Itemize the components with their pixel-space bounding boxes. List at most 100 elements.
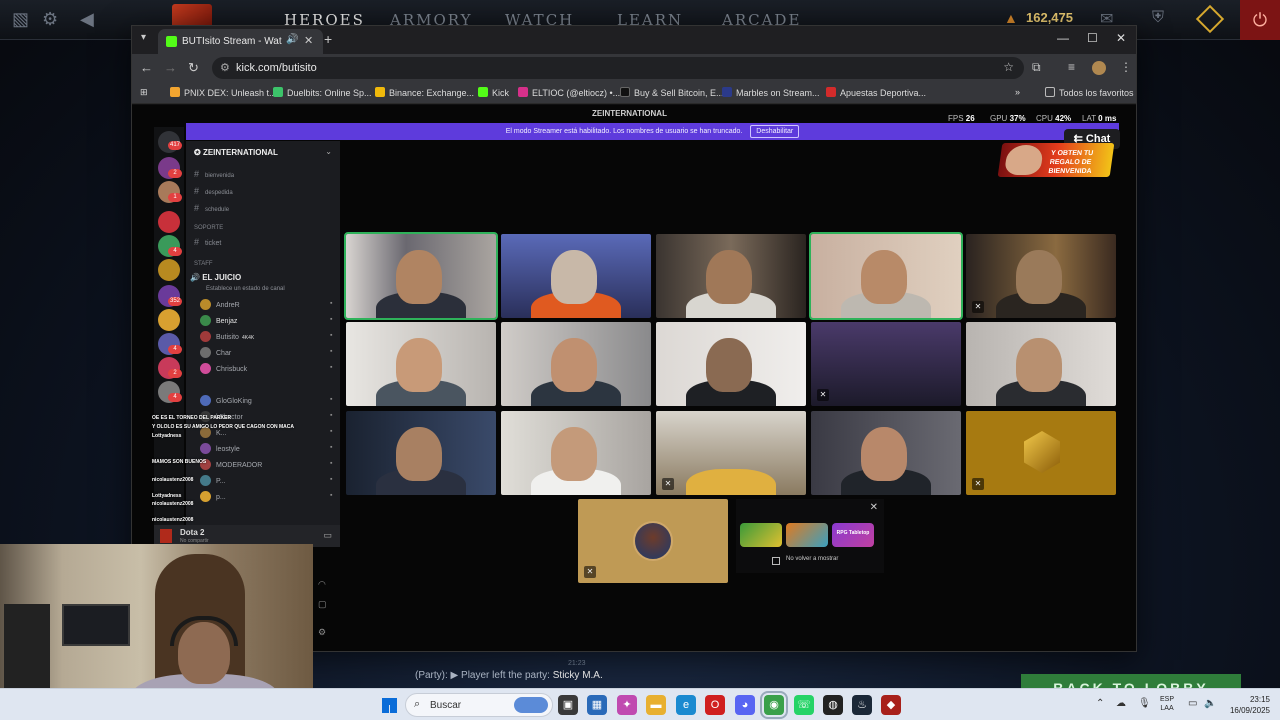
category-soporte[interactable]: SOPORTE — [194, 225, 223, 231]
video-tile[interactable]: ✕ — [656, 411, 806, 495]
cloud-icon[interactable]: ☁ — [1116, 698, 1126, 709]
bookmark-duelbits[interactable]: Duelbits: Online Sp... — [273, 87, 372, 98]
activity-card[interactable]: RPG Tabletop — [832, 523, 874, 547]
dont-show-checkbox[interactable] — [772, 557, 780, 565]
video-tile[interactable] — [501, 234, 651, 318]
speaker-icon[interactable]: 🔊 — [286, 34, 298, 45]
bookmark-star-icon[interactable]: ☆ — [1003, 60, 1014, 74]
guild-icon[interactable] — [158, 211, 180, 233]
bookmark-pnix[interactable]: PNIX DEX: Unleash t... — [170, 87, 277, 98]
channel-ticket[interactable]: # ticket — [194, 237, 221, 247]
bookmark-apuestas[interactable]: Apuestas Deportiva... — [826, 87, 926, 98]
bookmark-marbles[interactable]: Marbles on Stream... — [722, 87, 820, 98]
disable-streamer-button[interactable]: Deshabilitar — [750, 125, 800, 138]
video-tile[interactable] — [656, 234, 806, 318]
steam-icon[interactable]: ♨ — [852, 695, 872, 715]
video-tile[interactable] — [346, 411, 496, 495]
promo-banner[interactable]: Y OBTEN TU REGALO DE BIENVENIDA — [997, 143, 1115, 177]
voice-member[interactable]: Char ▪ — [200, 347, 332, 358]
voice-channel-status[interactable]: Establece un estado de canal — [206, 286, 285, 292]
close-tab-icon[interactable]: ✕ — [304, 34, 313, 47]
voice-member[interactable]: leostyle ▪ — [200, 443, 332, 454]
back-arrow-icon[interactable]: ◀ — [80, 9, 94, 30]
video-tile[interactable] — [501, 322, 651, 406]
video-tile[interactable] — [811, 411, 961, 495]
discord-icon[interactable]: ◕ — [735, 695, 755, 715]
menu-dots-icon[interactable]: ⋮ — [1120, 60, 1132, 74]
server-name[interactable]: ✪ ZEINTERNATIONAL — [194, 148, 278, 157]
channel-bienvenida[interactable]: # bienvenida — [194, 169, 234, 179]
voice-member[interactable]: Chrisbuck ▪ — [200, 363, 332, 374]
mic-icon[interactable]: 🎙 — [1138, 698, 1151, 709]
bookmark-eltioc[interactable]: ELTIOC (@eltiocz) •... — [518, 87, 620, 98]
video-tile[interactable] — [346, 322, 496, 406]
system-clock[interactable]: 23:15 16/09/2025 — [1226, 694, 1270, 716]
power-icon[interactable]: ⏻ — [1240, 0, 1280, 40]
chrome-icon[interactable]: ◉ — [760, 691, 788, 719]
headset-icon[interactable]: ◠ — [318, 579, 326, 590]
channel-despedida[interactable]: # despedida — [194, 186, 233, 196]
copilot-icon[interactable]: ✦ — [617, 695, 637, 715]
monitor-icon[interactable]: ▭ — [323, 530, 332, 541]
bookmarks-overflow[interactable]: » — [1015, 87, 1020, 97]
voice-member[interactable]: GloGloKing ▪ — [200, 395, 332, 406]
bookmark-kick[interactable]: Kick — [478, 87, 509, 98]
forward-icon[interactable]: → — [164, 60, 177, 75]
profile-avatar[interactable] — [1092, 61, 1106, 75]
dota-taskbar-icon[interactable]: ◆ — [881, 695, 901, 715]
armory-icon[interactable]: ⛨ — [1152, 9, 1164, 27]
bookmark-buysell[interactable]: Buy & Sell Bitcoin, E... — [620, 87, 724, 98]
minimize-icon[interactable]: — — [1057, 31, 1069, 45]
video-tile[interactable]: ✕ — [966, 234, 1116, 318]
taskbar-search[interactable]: ⌕ Buscar — [405, 693, 553, 717]
video-tile[interactable] — [501, 411, 651, 495]
video-tile[interactable] — [656, 322, 806, 406]
voice-member[interactable]: Butisito 4K4K ▪ — [200, 331, 332, 342]
obs-icon[interactable]: ◍ — [823, 695, 843, 715]
guild-icon[interactable] — [158, 309, 180, 331]
maximize-icon[interactable]: ☐ — [1087, 31, 1098, 45]
all-bookmarks[interactable]: Todos los favoritos — [1045, 87, 1134, 98]
voice-member[interactable]: AndreR ▪ — [200, 299, 332, 310]
gear-icon[interactable]: ⚙ — [318, 627, 326, 638]
address-bar[interactable]: ⚙ kick.com/butisito ☆ — [212, 57, 1024, 79]
video-tile[interactable]: ✕ — [811, 322, 961, 406]
edge-icon[interactable]: e — [676, 695, 696, 715]
close-window-icon[interactable]: ✕ — [1116, 31, 1126, 45]
video-tile[interactable] — [966, 322, 1116, 406]
chevron-down-icon[interactable]: ⌄ — [325, 147, 332, 156]
site-info-icon[interactable]: ⚙ — [220, 61, 230, 74]
tab-search-icon[interactable]: ▾ — [141, 32, 146, 43]
voice-channel-el-juicio[interactable]: 🔊 EL JUICIO — [190, 273, 334, 287]
windows-start-icon[interactable] — [382, 698, 397, 713]
user-tile-focused[interactable]: ✕ — [578, 499, 728, 583]
tab-kick-stream[interactable]: BUTIsito Stream - Watch Live 🔊 ✕ — [158, 29, 323, 54]
back-icon[interactable]: ← — [140, 60, 153, 75]
dashboard-icon[interactable]: ▧ — [12, 9, 29, 30]
channel-schedule[interactable]: # schedule — [194, 203, 229, 213]
reload-icon[interactable]: ↻ — [188, 60, 199, 76]
bookmark-binance[interactable]: Binance: Exchange... — [375, 87, 474, 98]
activity-card[interactable] — [740, 523, 782, 547]
new-tab-icon[interactable]: + — [324, 31, 332, 47]
video-tile[interactable]: ✕ — [966, 411, 1116, 495]
plus-icon[interactable] — [1195, 4, 1225, 34]
language-indicator[interactable]: ESP LAA — [1160, 695, 1174, 713]
tray-chevron-icon[interactable]: ⌃ — [1096, 698, 1104, 709]
volume-icon[interactable]: 🔈 — [1204, 698, 1216, 709]
category-staff[interactable]: STAFF — [194, 261, 213, 267]
close-icon[interactable]: ✕ — [870, 502, 878, 513]
extensions-icon[interactable]: ⧉ — [1032, 60, 1041, 75]
whatsapp-icon[interactable]: ☏ — [794, 695, 814, 715]
square-icon[interactable]: ▢ — [318, 599, 327, 610]
network-icon[interactable]: ▭ — [1188, 698, 1197, 709]
calculator-icon[interactable]: ▦ — [587, 695, 607, 715]
opera-icon[interactable]: O — [705, 695, 725, 715]
guild-icon[interactable] — [158, 259, 180, 281]
voice-member[interactable]: Benjaz ▪ — [200, 315, 332, 326]
apps-grid-icon[interactable]: ⊞ — [140, 87, 148, 98]
activity-card[interactable] — [786, 523, 828, 547]
media-controls-icon[interactable]: ≡ — [1068, 60, 1075, 74]
gear-icon[interactable]: ⚙ — [42, 9, 58, 30]
file-explorer-icon[interactable]: ▬ — [646, 695, 666, 715]
